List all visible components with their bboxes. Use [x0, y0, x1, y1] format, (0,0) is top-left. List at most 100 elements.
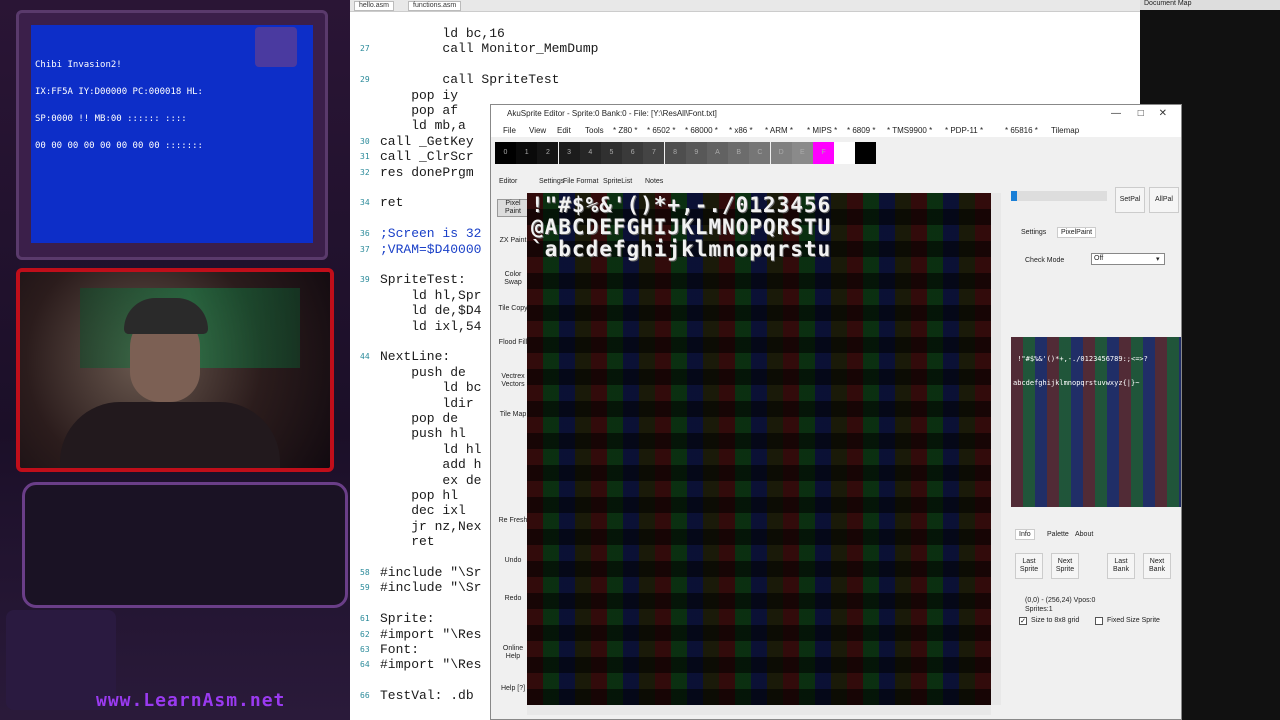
tool-button[interactable]: Tile Copy	[497, 305, 529, 313]
menu-item[interactable]: * 6502 *	[647, 126, 675, 135]
code-line[interactable]: ld hl	[380, 442, 481, 457]
sub-tab[interactable]: SpriteList	[603, 178, 632, 185]
code-line[interactable]: #include "\Sr	[380, 580, 481, 595]
code-line[interactable]: jr nz,Nex	[380, 519, 481, 534]
code-line[interactable]: SpriteTest:	[380, 272, 466, 287]
palette-swatch[interactable]: 6	[622, 142, 644, 164]
size-8x8-checkbox[interactable]: ✓	[1019, 617, 1027, 625]
tool-button[interactable]: Help [?]	[497, 685, 529, 693]
palette-swatch[interactable]	[855, 142, 877, 164]
code-line[interactable]: pop hl	[380, 488, 458, 503]
tool-button[interactable]: Redo	[497, 595, 529, 603]
menu-item[interactable]: View	[529, 126, 546, 135]
palette-swatch[interactable]: 2	[537, 142, 559, 164]
sub-tab[interactable]: Notes	[645, 178, 663, 185]
code-line[interactable]: add h	[380, 457, 481, 472]
canvas-horizontal-scrollbar[interactable]	[527, 705, 991, 715]
tool-button[interactable]: Color Swap	[497, 271, 529, 287]
palette-swatch[interactable]: 4	[579, 142, 601, 164]
palette-swatch[interactable]: E	[791, 142, 813, 164]
tab-palette[interactable]: Palette	[1047, 531, 1069, 538]
maximize-icon[interactable]: □	[1138, 108, 1144, 119]
menu-item[interactable]: * PDP-11 *	[945, 126, 983, 135]
next-bank-button[interactable]: Next Bank	[1143, 553, 1171, 579]
zoom-slider[interactable]	[1011, 191, 1107, 201]
menu-item[interactable]: * Z80 *	[613, 126, 637, 135]
tab-hello-asm[interactable]: hello.asm	[354, 1, 394, 11]
menu-item[interactable]: Tilemap	[1051, 126, 1079, 135]
palette-swatch[interactable]: C	[749, 142, 771, 164]
tab-about[interactable]: About	[1075, 531, 1093, 538]
code-line[interactable]: ld hl,Spr	[380, 288, 481, 303]
code-line[interactable]: ld ixl,54	[380, 319, 481, 334]
code-line[interactable]: res donePrgm	[380, 165, 474, 180]
code-line[interactable]: ret	[380, 534, 434, 549]
tab-functions-asm[interactable]: functions.asm	[408, 1, 462, 11]
code-line[interactable]: TestVal: .db	[380, 688, 474, 703]
tab-settings-right[interactable]: Settings	[1021, 229, 1046, 236]
menu-item[interactable]: File	[503, 126, 516, 135]
tool-button[interactable]: Tile Map	[497, 411, 529, 419]
tool-button[interactable]: Pixel Paint	[497, 199, 529, 217]
code-line[interactable]: ld bc,16	[380, 26, 504, 41]
palette-swatch[interactable]: 5	[601, 142, 622, 164]
palette-swatch[interactable]: 8	[664, 142, 686, 164]
sub-tab[interactable]: Editor	[499, 178, 517, 185]
code-line[interactable]: push hl	[380, 426, 466, 441]
code-line[interactable]: #include "\Sr	[380, 565, 481, 580]
menu-item[interactable]: * 65816 *	[1005, 126, 1038, 135]
tab-pixelpaint[interactable]: PixelPaint	[1057, 227, 1097, 238]
code-line[interactable]: pop iy	[380, 88, 458, 103]
code-line[interactable]: pop de	[380, 411, 458, 426]
menu-item[interactable]: * 6809 *	[847, 126, 875, 135]
palette-swatch[interactable]: 7	[643, 142, 665, 164]
menu-item[interactable]: * x86 *	[729, 126, 753, 135]
close-icon[interactable]: ✕	[1159, 108, 1167, 119]
code-line[interactable]: NextLine:	[380, 349, 450, 364]
menu-item[interactable]: * TMS9900 *	[887, 126, 932, 135]
code-line[interactable]: ret	[380, 195, 403, 210]
tool-button[interactable]: Undo	[497, 557, 529, 565]
code-line[interactable]: ld mb,a	[380, 118, 466, 133]
palette-swatch[interactable]: F	[813, 142, 834, 164]
last-sprite-button[interactable]: Last Sprite	[1015, 553, 1043, 579]
code-line[interactable]: #import "\Res	[380, 657, 481, 672]
palette-swatch[interactable]: D	[770, 142, 792, 164]
code-line[interactable]: pop af	[380, 103, 458, 118]
menu-item[interactable]: * ARM *	[765, 126, 793, 135]
palette-swatch[interactable]: 0	[495, 142, 516, 164]
tab-info[interactable]: Info	[1015, 529, 1035, 540]
code-line[interactable]: call SpriteTest	[380, 72, 559, 87]
palette-swatch[interactable]: 3	[558, 142, 580, 164]
menu-item[interactable]: * MIPS *	[807, 126, 837, 135]
allpal-button[interactable]: AllPal	[1149, 187, 1179, 213]
last-bank-button[interactable]: Last Bank	[1107, 553, 1135, 579]
menu-item[interactable]: * 68000 *	[685, 126, 718, 135]
tool-button[interactable]: Flood Fill	[497, 339, 529, 347]
minimize-icon[interactable]: —	[1111, 108, 1121, 119]
sub-tab[interactable]: File Format	[563, 178, 598, 185]
code-line[interactable]: ex de	[380, 473, 481, 488]
fixed-size-checkbox[interactable]	[1095, 617, 1103, 625]
code-line[interactable]: ;Screen is 32	[380, 226, 481, 241]
code-line[interactable]: dec ixl	[380, 503, 466, 518]
palette-swatch[interactable]: A	[707, 142, 728, 164]
code-line[interactable]: ld bc	[380, 380, 481, 395]
code-line[interactable]: call _GetKey	[380, 134, 474, 149]
code-line[interactable]: #import "\Res	[380, 627, 481, 642]
menu-item[interactable]: Tools	[585, 126, 604, 135]
check-mode-select[interactable]: Off ▾	[1091, 253, 1165, 265]
palette-swatch[interactable]: B	[728, 142, 750, 164]
sprite-canvas[interactable]: !"#$%&'()*+,-./0123456 @ABCDEFGHIJKLMNOP…	[527, 193, 991, 705]
tool-button[interactable]: Online Help	[497, 645, 529, 661]
tool-button[interactable]: Re Fresh	[497, 517, 529, 525]
canvas-vertical-scrollbar[interactable]	[991, 193, 1001, 705]
code-line[interactable]: Font:	[380, 642, 419, 657]
code-line[interactable]: ldir	[380, 396, 473, 411]
palette-swatch[interactable]	[834, 142, 856, 164]
tool-button[interactable]: ZX Paint	[497, 237, 529, 245]
sub-tab[interactable]: Settings	[539, 178, 564, 185]
code-line[interactable]: Sprite:	[380, 611, 435, 626]
code-line[interactable]: call Monitor_MemDump	[380, 41, 598, 56]
code-line[interactable]: ld de,$D4	[380, 303, 481, 318]
